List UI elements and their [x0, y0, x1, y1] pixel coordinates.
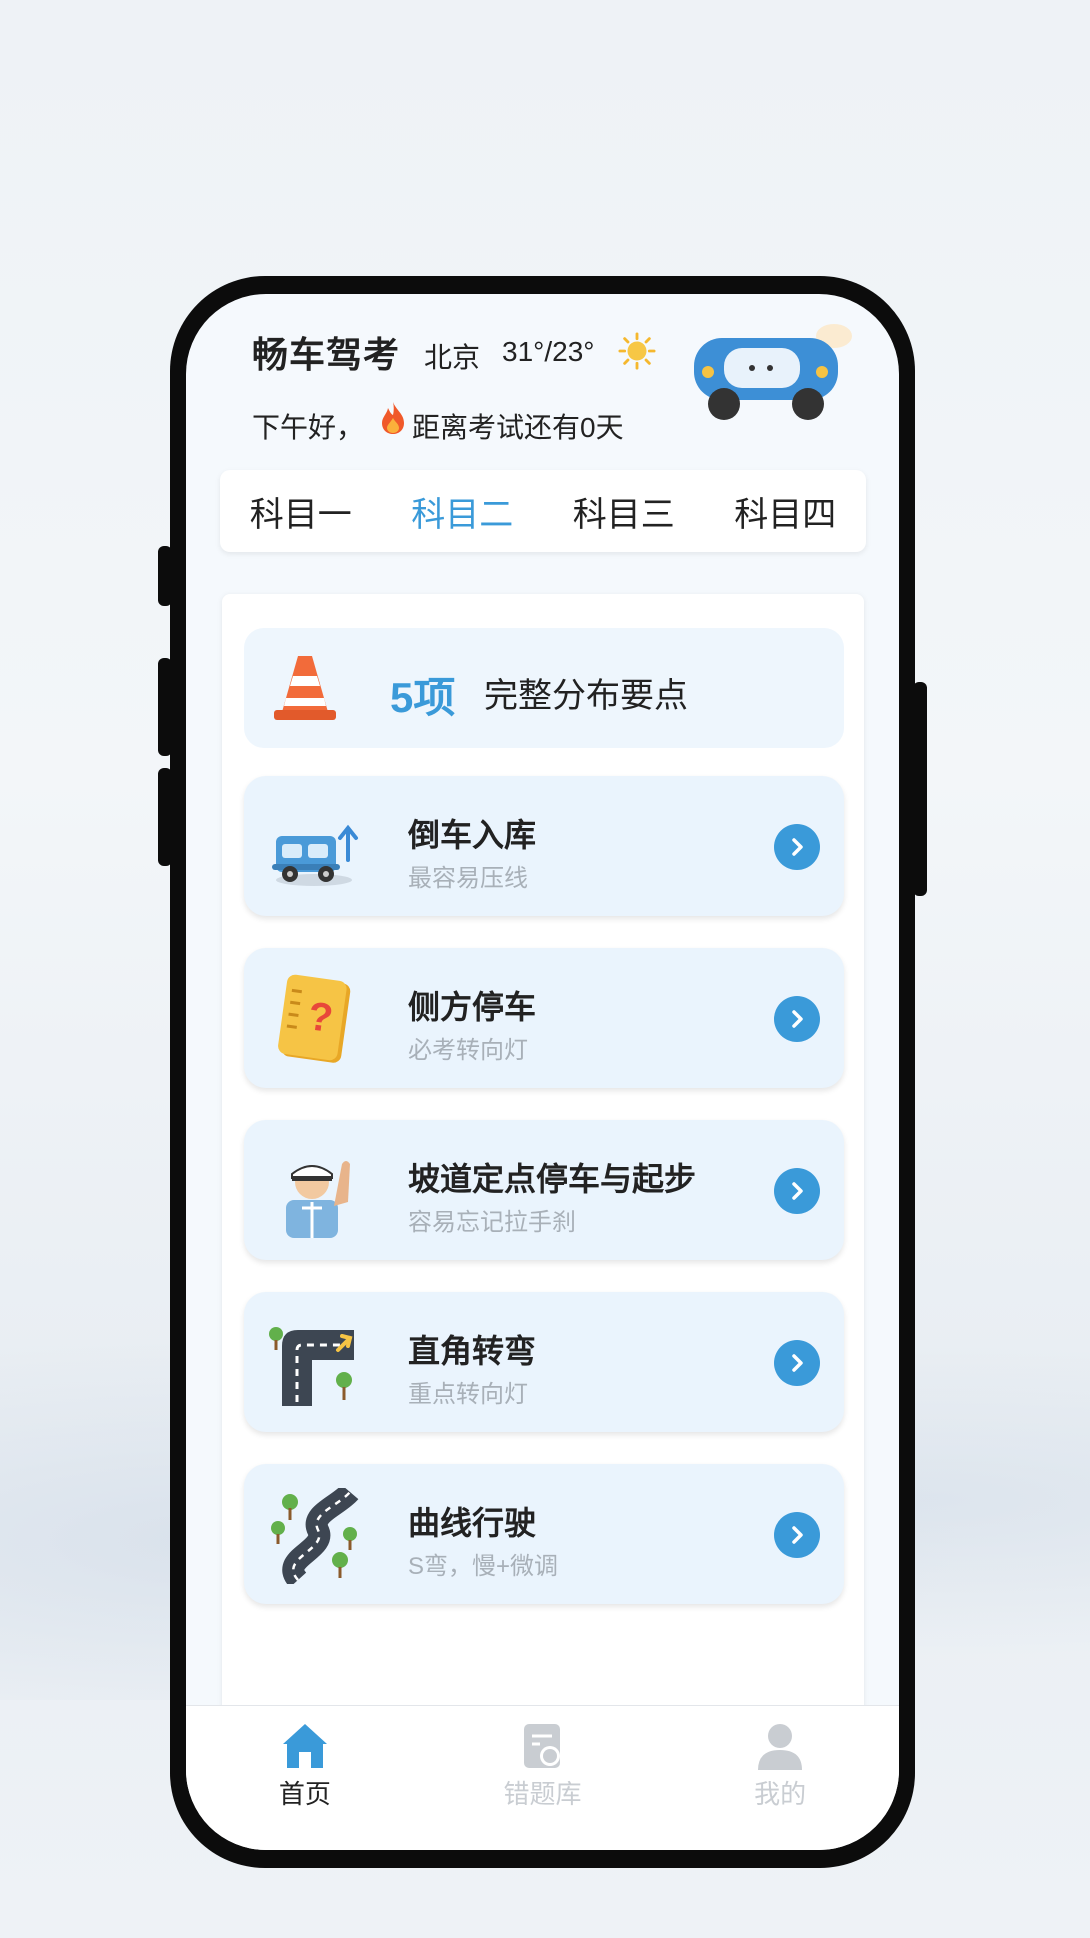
chevron-right-icon[interactable]	[774, 1340, 820, 1386]
curve-road-icon	[271, 1488, 359, 1584]
question-note-icon: ?	[278, 974, 351, 1063]
item-title: 直角转弯	[408, 1333, 537, 1369]
list-item-parallel-parking[interactable]: ? 侧方停车 必考转向灯	[244, 948, 844, 1088]
points-count: 5项	[390, 674, 456, 721]
nav-profile-label: 我的	[754, 1779, 807, 1809]
nav-wrong-questions[interactable]: 错题库	[472, 1706, 612, 1811]
nav-home[interactable]: 首页	[235, 1706, 375, 1811]
traffic-officer-icon	[286, 1161, 350, 1238]
item-subtitle: 最容易压线	[408, 865, 528, 892]
item-subtitle: 容易忘记拉手刹	[408, 1209, 576, 1236]
greeting-text: 下午好，	[252, 412, 365, 443]
wrong-questions-icon	[524, 1724, 561, 1768]
item-title: 倒车入库	[408, 817, 537, 853]
nav-wrong-questions-label: 错题库	[503, 1779, 582, 1809]
truck-reverse-icon	[272, 824, 358, 886]
chevron-right-icon[interactable]	[774, 1512, 820, 1558]
phone-frame: 畅车驾考 北京 31°/23° 下午好， 距离考试还有0天 科目一 科目二 科目…	[158, 276, 927, 1868]
phone-volume-up-button	[158, 658, 172, 756]
item-subtitle: 重点转向灯	[408, 1381, 528, 1408]
tab-subject-1[interactable]: 科目一	[250, 487, 352, 536]
list-item-curve-driving[interactable]: 曲线行驶 S弯，慢+微调	[244, 1464, 844, 1604]
item-title: 坡道定点停车与起步	[408, 1161, 697, 1197]
temperature: 31°/23°	[502, 336, 595, 367]
item-subtitle: S弯，慢+微调	[408, 1553, 559, 1580]
app-screen: 畅车驾考 北京 31°/23° 下午好， 距离考试还有0天 科目一 科目二 科目…	[186, 294, 899, 1850]
chevron-right-icon[interactable]	[774, 824, 820, 870]
bottom-navigation: 首页 错题库 我的	[186, 1705, 899, 1850]
summary-description: 完整分布要点	[484, 677, 688, 715]
car-mascot-icon	[694, 324, 852, 420]
profile-icon	[758, 1724, 803, 1770]
tab-subject-4[interactable]: 科目四	[734, 487, 836, 536]
sun-icon	[618, 332, 656, 370]
home-icon	[282, 1724, 327, 1768]
exam-countdown: 距离考试还有0天	[412, 412, 624, 443]
phone-mute-button	[158, 546, 172, 606]
summary-banner: 5项 完整分布要点	[244, 628, 844, 748]
chevron-right-icon[interactable]	[774, 1168, 820, 1214]
subject-tabs: 科目一 科目二 科目三 科目四	[220, 470, 866, 552]
right-angle-road-icon	[269, 1327, 354, 1406]
chevron-right-icon[interactable]	[774, 996, 820, 1042]
app-title: 畅车驾考	[252, 334, 401, 375]
list-item-hill-start[interactable]: 坡道定点停车与起步 容易忘记拉手刹	[244, 1120, 844, 1260]
key-points-card: 5项 完整分布要点 倒车入库 最容易压线 ? 侧方停车 必考转向灯 坡道定点停车…	[222, 594, 864, 1722]
item-title: 曲线行驶	[408, 1505, 537, 1541]
item-subtitle: 必考转向灯	[408, 1037, 528, 1064]
item-title: 侧方停车	[408, 989, 537, 1025]
city-label[interactable]: 北京	[424, 336, 480, 376]
phone-volume-down-button	[158, 768, 172, 866]
list-item-right-angle-turn[interactable]: 直角转弯 重点转向灯	[244, 1292, 844, 1432]
phone-power-button	[913, 682, 927, 896]
nav-profile[interactable]: 我的	[710, 1706, 850, 1811]
nav-home-label: 首页	[278, 1779, 331, 1809]
tab-subject-2[interactable]: 科目二	[411, 487, 513, 536]
fire-icon	[382, 402, 404, 434]
traffic-cone-icon	[274, 656, 336, 720]
list-item-reverse-parking[interactable]: 倒车入库 最容易压线	[244, 776, 844, 916]
tab-subject-3[interactable]: 科目三	[573, 487, 675, 536]
